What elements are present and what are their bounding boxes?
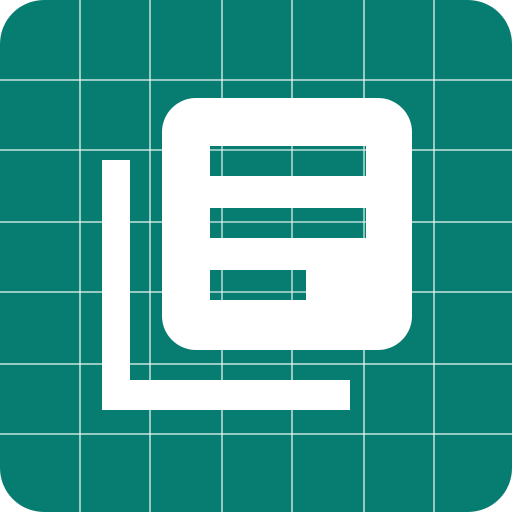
- stacked-document-list-icon: [0, 0, 512, 512]
- app-icon: [0, 0, 512, 512]
